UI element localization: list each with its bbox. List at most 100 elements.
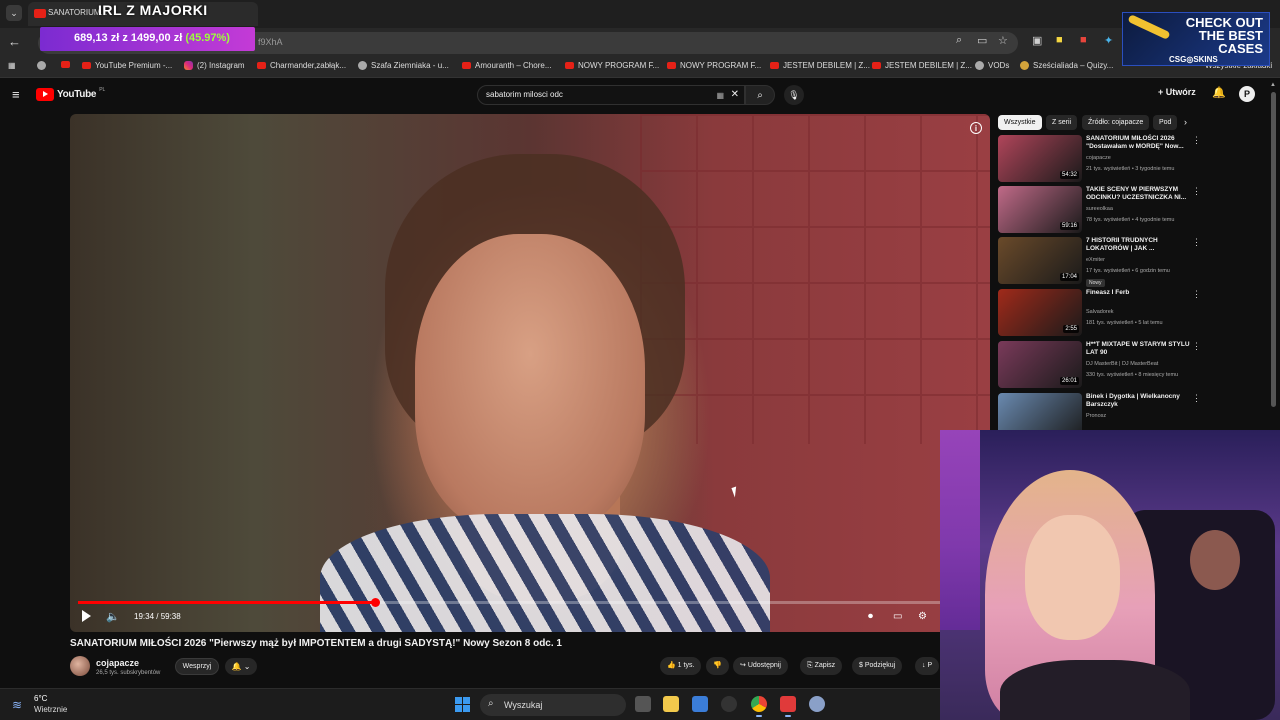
settings-gear-icon[interactable]	[809, 696, 825, 712]
search-button[interactable]: ⌕	[745, 85, 775, 105]
tab-list-button[interactable]: ⌄	[6, 5, 22, 21]
bookmark-icon[interactable]	[37, 61, 46, 70]
channel-name[interactable]: DJ MasterBit | DJ MasterBeat	[1086, 361, 1158, 367]
clear-search-icon[interactable]: ✕	[731, 89, 739, 100]
channel-name[interactable]: Salvadorek	[1086, 309, 1114, 315]
extension-icon[interactable]: ■	[1056, 34, 1063, 46]
apps-grid-icon[interactable]: ▦	[8, 61, 16, 70]
bookmark-item[interactable]: Amouranth – Chore...	[462, 61, 551, 70]
video-title[interactable]: Fineasz I Ferb	[1086, 289, 1194, 297]
bookmark-item[interactable]: NOWY PROGRAM F...	[667, 61, 761, 70]
weather-wind-icon[interactable]: ≋	[12, 698, 22, 712]
channel-avatar[interactable]	[70, 656, 90, 676]
video-title[interactable]: 7 HISTORII TRUDNYCH LOKATORÓW | JAK ...	[1086, 237, 1194, 253]
hamburger-menu-icon[interactable]: ≡	[12, 87, 20, 102]
windows-start-icon[interactable]	[455, 697, 470, 712]
autoplay-toggle-icon[interactable]: ⏺	[868, 611, 873, 622]
info-icon[interactable]: i	[970, 122, 982, 134]
bookmark-item[interactable]: JESTEM DEBILEM | Z...	[872, 61, 972, 70]
keyboard-icon[interactable]: ▦	[716, 91, 724, 100]
volume-icon[interactable]: 🔈	[106, 610, 120, 623]
video-title[interactable]: H**T MIXTAPE W STARYM STYLU LAT 90	[1086, 341, 1194, 357]
chevron-right-icon[interactable]: ›	[1184, 117, 1187, 127]
chip-all[interactable]: Wszystkie	[998, 115, 1042, 130]
taskbar-search[interactable]: ⌕ Wyszukaj	[480, 694, 626, 716]
zoom-icon[interactable]: ⌕	[956, 34, 962, 47]
chip-source[interactable]: Źródło: cojapacze	[1082, 115, 1150, 130]
bookmark-item[interactable]: (2) Instagram	[184, 61, 245, 70]
subtitles-icon[interactable]: ▭	[893, 611, 902, 622]
list-item[interactable]: 26:01 H**T MIXTAPE W STARYM STYLU LAT 90 D…	[998, 341, 1268, 391]
channel-name[interactable]: Pronosz	[1086, 413, 1106, 419]
thanks-button[interactable]: $ Podziękuj	[852, 657, 903, 675]
video-title[interactable]: SANATORIUM MIŁOŚCI 2026 "Dostawałam w MO…	[1086, 135, 1194, 151]
support-button[interactable]: Wesprzyj	[175, 658, 219, 675]
video-thumbnail[interactable]: 17:04	[998, 237, 1082, 284]
more-options-icon[interactable]: ⋮	[1192, 186, 1201, 197]
video-title[interactable]: Binek i Dygotka | Wielkanocny Barszczyk	[1086, 393, 1194, 409]
bookmark-item[interactable]: VODs	[975, 61, 1009, 70]
list-item[interactable]: 2:55 Fineasz I Ferb Salvadorek 181 tys. wyś…	[998, 289, 1268, 339]
video-thumbnail[interactable]: 59:16	[998, 186, 1082, 233]
bookmark-item[interactable]: Sześcialiada – Quizy...	[1020, 61, 1113, 70]
donation-amount: 689,13 zł z 1499,00 zł (45.97%)	[74, 32, 230, 44]
video-player[interactable]: i 🔈 19:34 / 59:38 ⏺ ▭ ⚙	[70, 114, 990, 632]
video-meta: 181 tys. wyświetleń • 5 lat temu	[1086, 320, 1163, 326]
channel-name[interactable]: sureeolkaa	[1086, 206, 1113, 212]
webcam-subject	[1025, 515, 1120, 640]
cast-icon[interactable]: ▭	[977, 34, 987, 47]
chip-series[interactable]: Z serii	[1046, 115, 1078, 130]
video-thumbnail[interactable]: 54:32	[998, 135, 1082, 182]
app-icon[interactable]	[780, 696, 796, 717]
chrome-icon[interactable]	[751, 696, 767, 717]
file-explorer-icon[interactable]	[663, 696, 679, 712]
avatar[interactable]: P	[1239, 86, 1255, 102]
task-view-icon[interactable]	[635, 696, 651, 712]
like-button[interactable]: 👍 1 tys.	[660, 657, 702, 675]
settings-gear-icon[interactable]: ⚙	[918, 611, 927, 622]
more-options-icon[interactable]: ⋮	[1192, 341, 1201, 352]
back-arrow-icon[interactable]: ←	[8, 34, 21, 49]
bookmark-item[interactable]: YouTube Premium -...	[82, 61, 172, 70]
bookmark-star-icon[interactable]: ☆	[998, 34, 1008, 47]
bookmark-item[interactable]: Charmander,zabłąk...	[257, 61, 346, 70]
channel-name[interactable]: cojapacze	[1086, 155, 1111, 161]
weather-temperature[interactable]: 6°C	[34, 694, 47, 703]
share-button[interactable]: ↪ Udostępnij	[733, 657, 788, 675]
youtube-logo[interactable]: YouTube PL	[36, 87, 105, 101]
search-input[interactable]: sabatorim milosci odc ▦ ✕	[477, 85, 745, 105]
voice-search-button[interactable]: 🎙	[784, 85, 804, 105]
more-options-icon[interactable]: ⋮	[1192, 393, 1201, 404]
create-button[interactable]: + Utwórz	[1158, 87, 1196, 97]
list-item[interactable]: 17:04 7 HISTORII TRUDNYCH LOKATORÓW | JAK…	[998, 237, 1268, 287]
scrollbar[interactable]	[1271, 92, 1276, 407]
play-icon[interactable]	[82, 610, 91, 622]
video-thumbnail[interactable]: 2:55	[998, 289, 1082, 336]
channel-name[interactable]: eXmiter	[1086, 257, 1105, 263]
bookmark-item[interactable]: NOWY PROGRAM F...	[565, 61, 659, 70]
notifications-bell-icon[interactable]: 🔔	[1212, 86, 1226, 99]
subscription-bell-button[interactable]: 🔔 ⌄	[225, 658, 257, 675]
scroll-up-icon[interactable]: ▲	[1270, 82, 1276, 88]
extension-icon[interactable]: ▣	[1032, 34, 1042, 47]
bookmark-item[interactable]: JESTEM DEBILEM | Z...	[770, 61, 870, 70]
download-button[interactable]: ↓ P	[915, 657, 940, 675]
store-icon[interactable]	[692, 696, 708, 712]
extension-icon[interactable]: ■	[1080, 34, 1087, 46]
video-thumbnail[interactable]: 26:01	[998, 341, 1082, 388]
bookmark-youtube-icon[interactable]	[61, 61, 70, 68]
more-options-icon[interactable]: ⋮	[1192, 237, 1201, 248]
bookmark-item[interactable]: Szafa Ziemniaka - u...	[358, 61, 449, 70]
save-button[interactable]: ⎘ Zapisz	[800, 657, 843, 675]
video-title[interactable]: TAKIE SCENY W PIERWSZYM ODCINKU? UCZESTN…	[1086, 186, 1194, 202]
app-icon[interactable]	[721, 696, 737, 712]
chip-more[interactable]: Pod	[1153, 115, 1178, 130]
weather-description[interactable]: Wietrznie	[34, 705, 67, 714]
channel-name[interactable]: cojapacze	[96, 658, 139, 668]
list-item[interactable]: 59:16 TAKIE SCENY W PIERWSZYM ODCINKU? UC…	[998, 186, 1268, 236]
more-options-icon[interactable]: ⋮	[1192, 289, 1201, 300]
more-options-icon[interactable]: ⋮	[1192, 135, 1201, 146]
list-item[interactable]: 54:32 SANATORIUM MIŁOŚCI 2026 "Dostawałam…	[998, 135, 1268, 185]
dislike-button[interactable]: 👎	[706, 657, 729, 675]
extension-icon[interactable]: ✦	[1104, 34, 1113, 47]
